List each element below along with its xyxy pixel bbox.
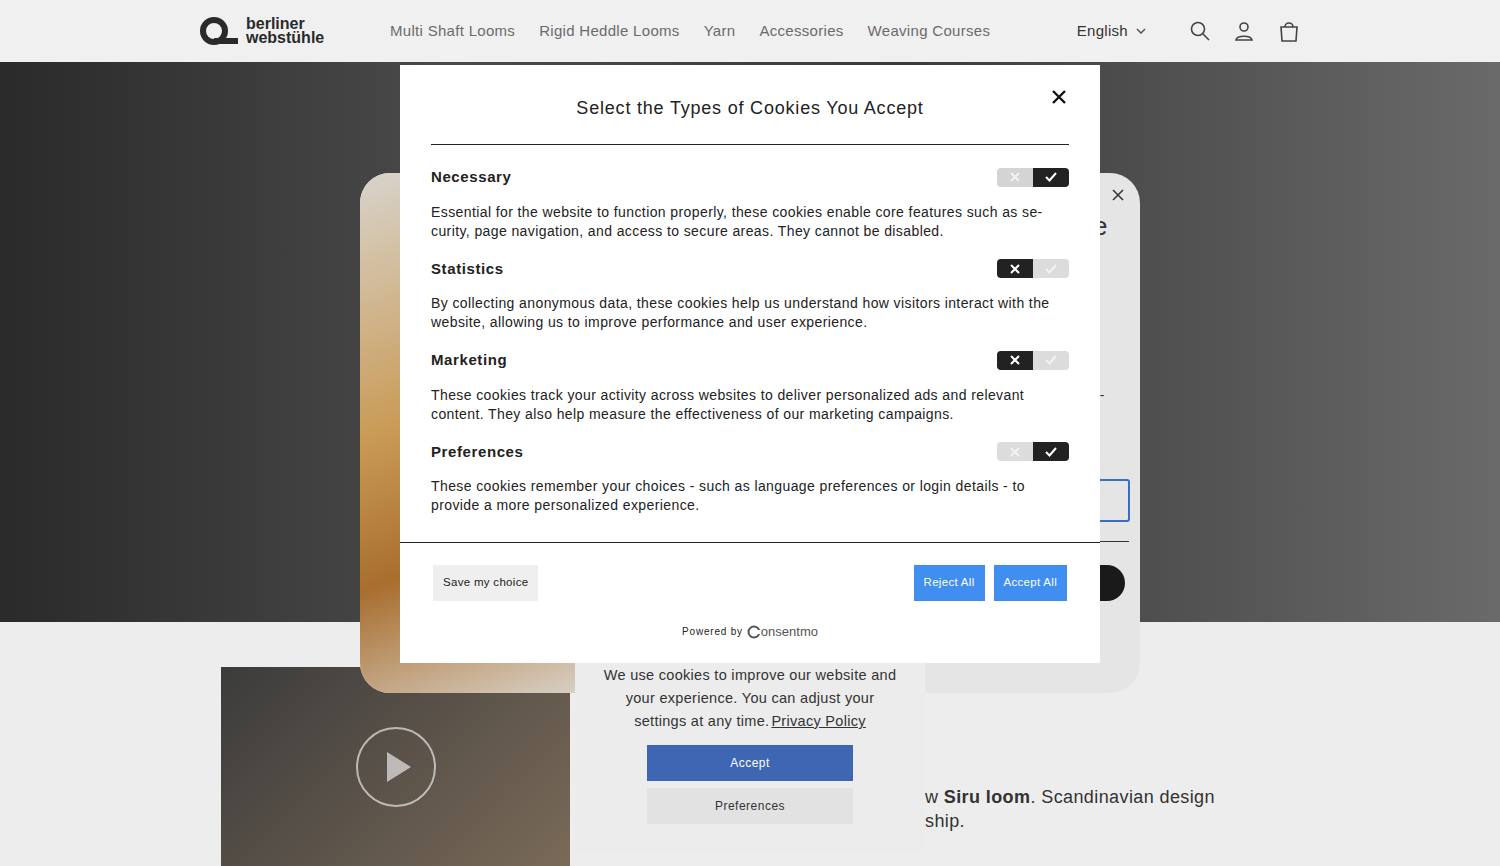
toggle-off	[997, 351, 1033, 370]
user-icon	[1234, 21, 1254, 41]
cookie-modal: Select the Types of Cookies You Accept Ne…	[400, 65, 1100, 663]
cookie-category: Necessary Essential for the website to fu…	[431, 166, 1069, 241]
header: berlinerwebstühle Multi Shaft Looms Rigid …	[0, 0, 1500, 62]
toggle-on	[1033, 351, 1069, 370]
category-description: By collecting anonymous data, these cook…	[431, 294, 1069, 332]
chevron-down-icon	[1136, 28, 1146, 34]
header-icons	[1190, 20, 1300, 42]
category-description: These cookies remember your choices - su…	[431, 477, 1069, 515]
category-description: Essential for the website to function pr…	[431, 203, 1069, 241]
intro-line: w Siru loom. Scandinavian design	[925, 785, 1215, 809]
header-right: English	[1077, 20, 1300, 43]
nav: Multi Shaft Looms Rigid Heddle Looms Yarn A…	[390, 20, 990, 43]
x-icon	[1010, 264, 1020, 274]
modal-close-button[interactable]	[1051, 89, 1067, 105]
modal-title: Select the Types of Cookies You Accept	[576, 95, 923, 122]
nav-link[interactable]: Yarn	[704, 20, 736, 43]
logo-word: berliner	[246, 17, 324, 31]
intro-text: w Siru loom. Scandinavian designship.	[925, 785, 1215, 866]
category-name: Marketing	[431, 349, 507, 372]
banner-text: We use cookies to improve our website an…	[600, 664, 900, 733]
category-name: Necessary	[431, 166, 511, 189]
check-icon	[1045, 264, 1057, 274]
x-icon	[1010, 172, 1020, 182]
category-name: Statistics	[431, 258, 504, 281]
x-icon	[1010, 355, 1020, 365]
intro-fragment: w	[925, 787, 944, 807]
toggle-on	[1033, 442, 1069, 461]
cookie-category: Preferences These cookies remember your c…	[431, 441, 1069, 516]
toggle-off	[997, 168, 1033, 187]
consentmo-logo[interactable]: onsentmo	[747, 622, 818, 642]
cookie-category: Statistics By collecting anonymous data, …	[431, 258, 1069, 333]
reject-all-button[interactable]: Reject All	[914, 565, 985, 601]
nav-link[interactable]: Weaving Courses	[868, 20, 991, 43]
category-header: Statistics	[431, 258, 1069, 281]
modal-footer: Save my choice Reject AllAccept All	[400, 542, 1100, 601]
account-button[interactable]	[1234, 21, 1254, 41]
category-description: These cookies track your activity across…	[431, 386, 1069, 424]
nav-link[interactable]: Rigid Heddle Looms	[539, 20, 679, 43]
x-icon	[1010, 447, 1020, 457]
intro-fragment: . Scandinavian design	[1030, 787, 1215, 807]
save-choice-button[interactable]: Save my choice	[433, 565, 538, 601]
category-toggle[interactable]	[997, 442, 1069, 461]
close-icon	[1051, 89, 1067, 105]
nav-link[interactable]: Multi Shaft Looms	[390, 20, 515, 43]
toggle-off	[997, 259, 1033, 278]
check-icon	[1045, 447, 1057, 457]
category-header: Necessary	[431, 166, 1069, 189]
powered-by: Powered by onsentmo	[400, 622, 1100, 642]
close-icon	[1112, 189, 1124, 201]
check-icon	[1045, 172, 1057, 182]
language-select[interactable]: English	[1077, 20, 1146, 43]
cookie-banner: We use cookies to improve our website an…	[575, 655, 925, 852]
search-icon	[1190, 21, 1210, 41]
category-header: Preferences	[431, 441, 1069, 464]
video-thumbnail[interactable]	[221, 667, 570, 866]
nav-link[interactable]: Accessories	[759, 20, 843, 43]
category-toggle	[997, 168, 1069, 187]
privacy-link[interactable]: Privacy Policy	[771, 713, 865, 729]
accept-button[interactable]: Accept	[647, 745, 853, 781]
check-icon	[1045, 355, 1057, 365]
cart-button[interactable]	[1278, 20, 1300, 42]
category-name: Preferences	[431, 441, 524, 464]
logo-word: webstühle	[246, 31, 324, 45]
play-icon	[355, 726, 437, 808]
toggle-on	[1033, 168, 1069, 187]
category-toggle[interactable]	[997, 351, 1069, 370]
logo[interactable]: berlinerwebstühle	[200, 16, 350, 46]
toggle-on	[1033, 259, 1069, 278]
popup-close-button[interactable]	[1112, 189, 1124, 201]
category-header: Marketing	[431, 349, 1069, 372]
intro-bold: Siru loom	[944, 787, 1031, 807]
powered-label: Powered by	[682, 624, 743, 639]
logo-text: berlinerwebstühle	[246, 17, 324, 45]
modal-header: Select the Types of Cookies You Accept	[431, 65, 1069, 145]
cookie-category: Marketing These cookies track your activi…	[431, 349, 1069, 424]
toggle-off	[997, 442, 1033, 461]
bag-icon	[1278, 20, 1300, 42]
consentmo-mark-icon	[747, 625, 761, 639]
language-label: English	[1077, 20, 1128, 43]
header-inner: berlinerwebstühle Multi Shaft Looms Rigid …	[200, 16, 1300, 46]
preferences-button[interactable]: Preferences	[647, 788, 853, 824]
brand-name: onsentmo	[761, 622, 818, 642]
intro-line: ship.	[925, 809, 1215, 833]
search-button[interactable]	[1190, 21, 1210, 41]
modal-body: Necessary Essential for the website to fu…	[400, 145, 1100, 542]
logo-mark-icon	[200, 16, 240, 46]
category-toggle[interactable]	[997, 259, 1069, 278]
accept-all-button[interactable]: Accept All	[994, 565, 1068, 601]
